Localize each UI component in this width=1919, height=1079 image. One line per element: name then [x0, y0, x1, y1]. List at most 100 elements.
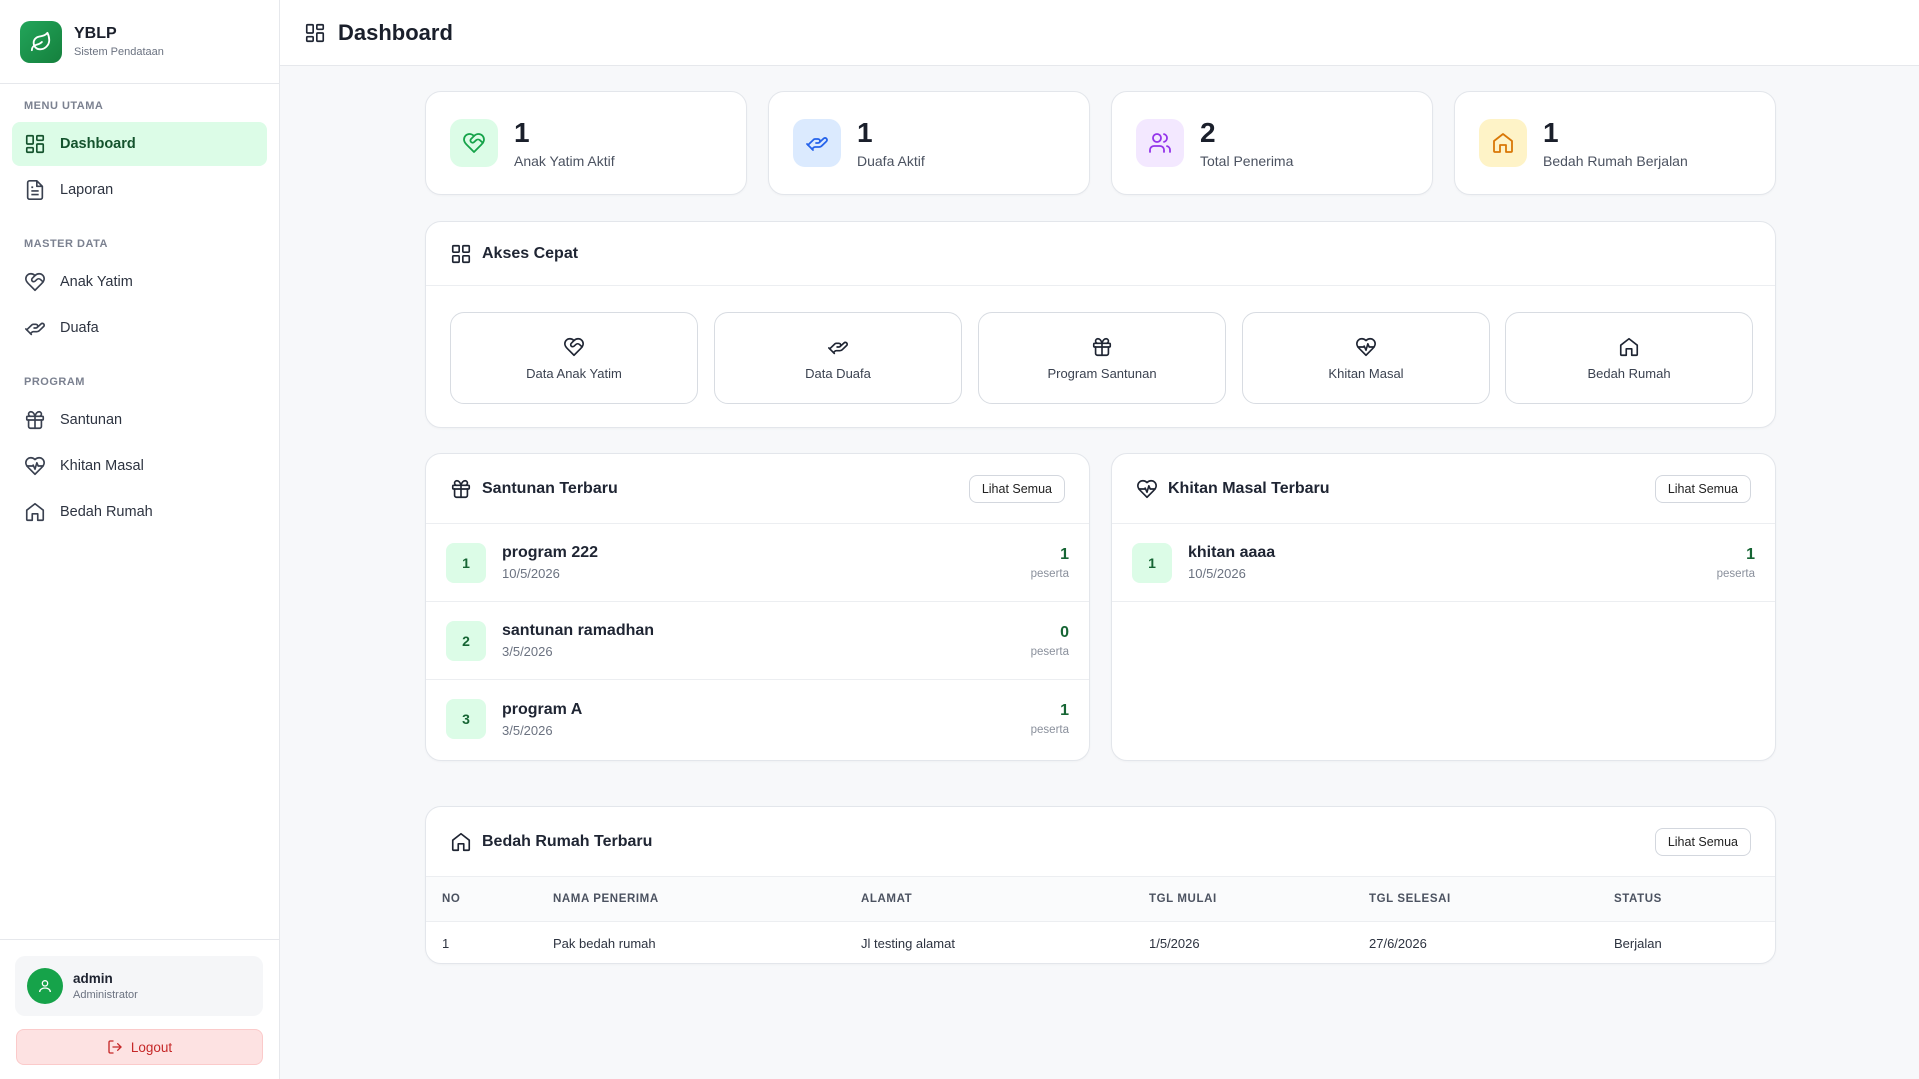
list-item[interactable]: 2 santunan ramadhan 3/5/2026 0 peserta	[426, 602, 1089, 680]
card-header: Akses Cepat	[426, 222, 1775, 286]
quick-access-card: Akses Cepat Data Anak Yatim Data Duafa P…	[425, 221, 1776, 428]
nav-section-program: PROGRAM Santunan Khitan Masal Bedah Ruma…	[0, 376, 279, 534]
home-icon	[25, 502, 45, 522]
logout-icon	[108, 1040, 122, 1054]
top-header: Dashboard	[280, 0, 1919, 66]
list-item[interactable]: 1 khitan aaaa 10/5/2026 1 peserta	[1112, 524, 1775, 602]
khitan-card: Khitan Masal Terbaru Lihat Semua 1 khita…	[1111, 453, 1776, 761]
item-title: khitan aaaa	[1188, 544, 1276, 561]
list-item[interactable]: 3 program A 3/5/2026 1 peserta	[426, 680, 1089, 758]
view-all-button[interactable]: Lihat Semua	[1654, 827, 1751, 856]
nav-heading: MASTER DATA	[24, 238, 108, 250]
card-title: Bedah Rumah Terbaru	[482, 832, 653, 850]
item-title: program A	[502, 700, 583, 718]
column-header: STATUS	[1598, 877, 1775, 922]
stat-value: 1	[857, 117, 873, 148]
nav-heading: MENU UTAMA	[24, 100, 104, 112]
item-date: 10/5/2026	[502, 566, 560, 581]
table-cell: Pak bedah rumah	[553, 935, 656, 951]
item-date: 3/5/2026	[502, 644, 553, 659]
leaf-logo-icon	[20, 20, 62, 63]
quick-access-anak-yatim[interactable]: Data Anak Yatim	[450, 312, 698, 404]
sidebar-item-khitan-masal[interactable]: Khitan Masal	[12, 444, 267, 488]
logout-label: Logout	[130, 1039, 173, 1055]
table-cell: 1	[442, 935, 450, 951]
quick-access-label: Bedah Rumah	[1587, 365, 1671, 381]
brand-subtitle: Sistem Pendataan	[74, 46, 164, 58]
card-title: Akses Cepat	[482, 244, 579, 262]
column-header: TGL SELESAI	[1353, 877, 1598, 922]
item-title: program 222	[502, 544, 599, 561]
item-count: 1	[1060, 702, 1069, 719]
stat-card-anak-yatim: 1 Anak Yatim Aktif	[425, 91, 747, 195]
view-all-button[interactable]: Lihat Semua	[1654, 474, 1751, 503]
table-cell: Berjalan	[1614, 935, 1662, 951]
card-title: Santunan Terbaru	[482, 479, 618, 497]
heart-pulse-icon	[25, 456, 45, 476]
heart-hand-icon	[25, 272, 45, 292]
card-header: Santunan Terbaru Lihat Semua	[426, 454, 1089, 524]
number-badge: 2	[446, 620, 486, 661]
card-title: Khitan Masal Terbaru	[1168, 479, 1330, 497]
sidebar-item-bedah-rumah[interactable]: Bedah Rumah	[12, 490, 267, 534]
bedah-rumah-card: Bedah Rumah Terbaru Lihat Semua NO NAMA …	[425, 806, 1776, 964]
logout-button[interactable]: Logout	[16, 1029, 263, 1065]
item-unit: peserta	[1030, 724, 1069, 736]
table-header-row: NO NAMA PENERIMA ALAMAT TGL MULAI TGL SE…	[426, 877, 1775, 922]
item-count: 0	[1060, 623, 1069, 641]
list-item[interactable]: 1 program 222 10/5/2026 1 peserta	[426, 524, 1089, 602]
hand-coins-icon	[793, 119, 841, 167]
item-date: 10/5/2026	[1188, 566, 1246, 581]
brand: YBLP Sistem Pendataan	[0, 0, 279, 84]
sidebar-item-label: Laporan	[60, 182, 114, 198]
sidebar-item-label: Dashboard	[60, 136, 136, 152]
user-card: admin Administrator	[15, 956, 263, 1016]
number-badge: 1	[446, 542, 486, 583]
table-cell: Jl testing alamat	[861, 935, 955, 951]
table-cell: 27/6/2026	[1369, 935, 1427, 951]
avatar	[27, 968, 63, 1004]
item-count: 1	[1060, 545, 1069, 563]
gift-icon	[451, 479, 471, 498]
number-badge: 1	[1132, 542, 1172, 583]
heart-hand-icon	[564, 337, 584, 356]
gift-icon	[25, 410, 45, 430]
view-all-button[interactable]: Lihat Semua	[968, 474, 1065, 503]
hand-coins-icon	[828, 341, 848, 354]
column-header: NAMA PENERIMA	[537, 877, 845, 922]
grid-icon	[451, 244, 471, 263]
sidebar-item-duafa[interactable]: Duafa	[12, 306, 267, 350]
home-icon	[451, 832, 471, 851]
sidebar-item-anak-yatim[interactable]: Anak Yatim	[12, 260, 267, 304]
quick-access-khitan-masal[interactable]: Khitan Masal	[1242, 312, 1490, 404]
quick-access-santunan[interactable]: Program Santunan	[978, 312, 1226, 404]
item-unit: peserta	[1030, 645, 1069, 658]
quick-access-label: Data Anak Yatim	[526, 365, 622, 381]
sidebar-item-santunan[interactable]: Santunan	[12, 398, 267, 442]
quick-access-duafa[interactable]: Data Duafa	[714, 312, 962, 404]
stat-card-total-penerima: 2 Total Penerima	[1111, 91, 1433, 195]
stat-label: Anak Yatim Aktif	[514, 153, 615, 169]
card-header: Bedah Rumah Terbaru Lihat Semua	[426, 807, 1775, 877]
heart-hand-icon	[450, 119, 498, 167]
bedah-rumah-table: NO NAMA PENERIMA ALAMAT TGL MULAI TGL SE…	[426, 877, 1775, 963]
number-badge: 3	[446, 699, 486, 739]
table-row[interactable]: 1 Pak bedah rumah Jl testing alamat 1/5/…	[426, 921, 1775, 963]
item-title: santunan ramadhan	[502, 622, 655, 639]
sidebar-item-label: Bedah Rumah	[60, 504, 153, 520]
column-header: NO	[426, 877, 537, 922]
santunan-card: Santunan Terbaru Lihat Semua 1 program 2…	[425, 453, 1090, 761]
nav-section-master: MASTER DATA Anak Yatim Duafa	[0, 238, 279, 350]
sidebar-item-dashboard[interactable]: Dashboard	[12, 122, 267, 166]
gift-icon	[1092, 337, 1112, 356]
sidebar-item-label: Anak Yatim	[60, 274, 133, 290]
card-header: Khitan Masal Terbaru Lihat Semua	[1112, 454, 1775, 524]
stat-label: Total Penerima	[1200, 153, 1294, 169]
item-unit: peserta	[1030, 567, 1069, 580]
quick-access-bedah-rumah[interactable]: Bedah Rumah	[1505, 312, 1753, 404]
table-cell: 1/5/2026	[1149, 935, 1200, 951]
document-icon	[26, 180, 44, 200]
sidebar-item-laporan[interactable]: Laporan	[12, 168, 267, 212]
user-icon	[39, 980, 51, 993]
user-role: Administrator	[73, 989, 138, 1001]
